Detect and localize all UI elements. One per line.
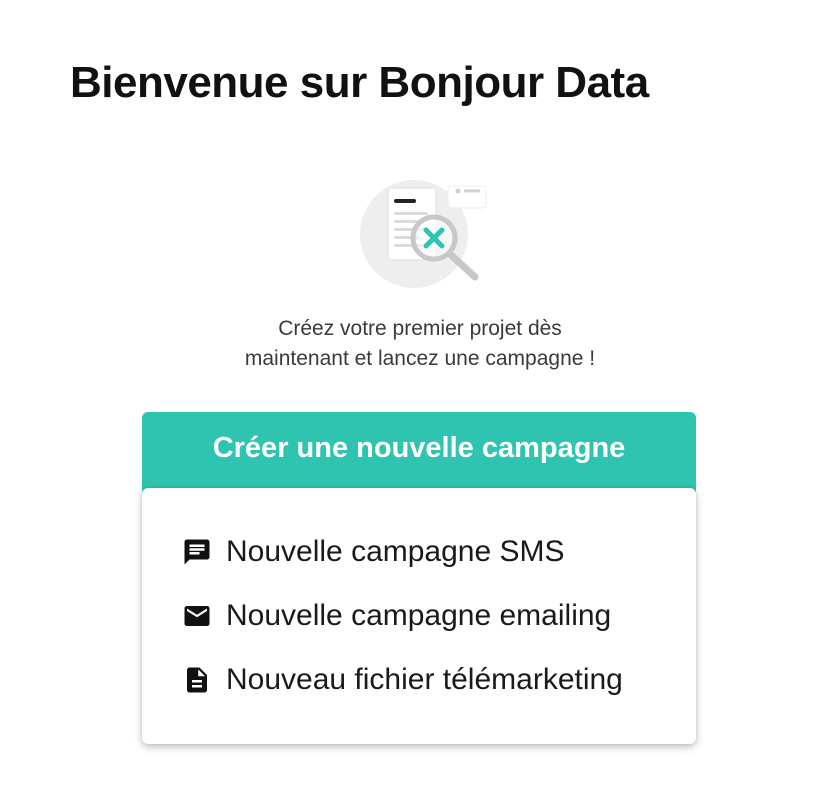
menu-item-email-campaign[interactable]: Nouvelle campagne emailing [142, 584, 696, 648]
menu-item-label: Nouvelle campagne emailing [226, 599, 612, 632]
page-title: Bienvenue sur Bonjour Data [70, 58, 649, 107]
empty-state-message: Créez votre premier projet dès maintenan… [170, 314, 670, 374]
campaign-type-menu: Nouvelle campagne SMS Nouvelle campagne … [142, 488, 696, 744]
menu-item-label: Nouveau fichier télémarketing [226, 663, 623, 696]
create-campaign-button[interactable]: Créer une nouvelle campagne [142, 412, 696, 496]
empty-state-line-1: Créez votre premier projet dès [278, 317, 562, 340]
sms-icon [182, 536, 214, 568]
empty-state-line-2: maintenant et lancez une campagne ! [244, 347, 596, 370]
menu-item-label: Nouvelle campagne SMS [226, 535, 565, 568]
menu-item-sms-campaign[interactable]: Nouvelle campagne SMS [142, 520, 696, 584]
welcome-page: Bienvenue sur Bonjour Data Créez votre p… [0, 0, 838, 802]
menu-item-telemarketing-file[interactable]: Nouveau fichier télémarketing [142, 648, 696, 712]
email-icon [182, 600, 214, 632]
empty-search-icon [358, 176, 490, 292]
document-icon [182, 664, 214, 696]
